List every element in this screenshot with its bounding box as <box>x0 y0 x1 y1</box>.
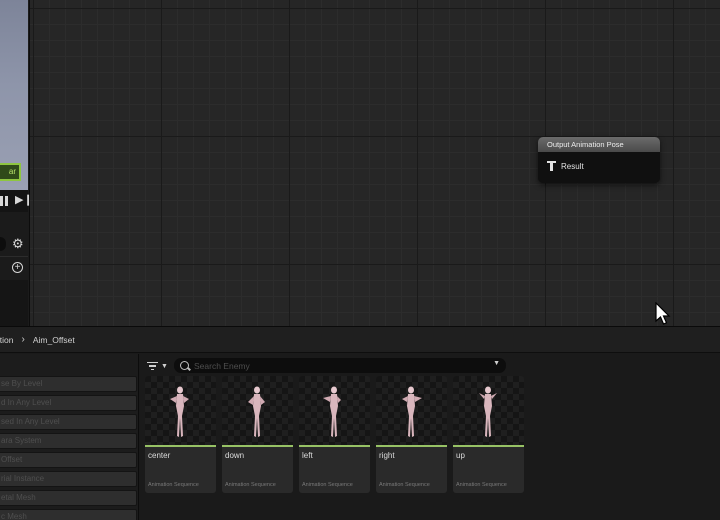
asset-tile-up[interactable]: up Animation Sequence <box>453 376 524 493</box>
asset-type: Animation Sequence <box>148 482 199 488</box>
asset-thumbnail <box>222 376 293 445</box>
breadcrumb-item-current[interactable]: Aim_Offset <box>33 335 75 345</box>
toggle-pill[interactable] <box>0 237 6 251</box>
chevron-down-icon[interactable]: ▼ <box>493 360 500 367</box>
search-box[interactable]: ▼ <box>174 358 506 373</box>
asset-name: down <box>225 451 245 460</box>
asset-name: right <box>379 451 395 460</box>
asset-thumbnail <box>453 376 524 445</box>
asset-type: Animation Sequence <box>302 482 353 488</box>
asset-thumbnail <box>299 376 370 445</box>
content-browser: mation › Aim_Offset se By Level d In Any… <box>0 326 720 520</box>
asset-type-bar <box>376 445 447 447</box>
asset-type-bar <box>222 445 293 447</box>
asset-name: left <box>302 451 313 460</box>
filter-dropdown[interactable]: ▼ <box>147 359 168 373</box>
viewport-panel: ar ▶❙ ⚙ + <box>0 0 33 326</box>
breadcrumb: mation › Aim_Offset <box>0 327 720 353</box>
mouse-cursor-icon <box>655 302 671 325</box>
filter-item[interactable]: ara System <box>0 433 137 449</box>
asset-name: center <box>148 451 171 460</box>
character-pose-icon <box>479 386 497 437</box>
divider <box>0 256 28 257</box>
breadcrumb-item[interactable]: mation <box>0 335 14 345</box>
asset-name: up <box>456 451 465 460</box>
filter-item[interactable]: d In Any Level <box>0 395 137 411</box>
filter-item[interactable]: sed In Any Level <box>0 414 137 430</box>
filter-item[interactable]: Offset <box>0 452 137 468</box>
node-title: Output Animation Pose <box>538 137 660 152</box>
filter-item[interactable]: se By Level <box>0 376 137 392</box>
result-pin-label: Result <box>561 161 584 171</box>
asset-type: Animation Sequence <box>225 482 276 488</box>
preview-viewport[interactable] <box>0 0 28 190</box>
character-pose-icon <box>323 386 341 437</box>
asset-tile-left[interactable]: left Animation Sequence <box>299 376 370 493</box>
filter-icon <box>147 361 158 371</box>
asset-view: ▼ ▼ center Animation Sequence <box>140 354 720 520</box>
character-pose-icon <box>402 386 422 437</box>
add-circle-icon[interactable]: + <box>12 262 23 273</box>
chevron-down-icon: ▼ <box>161 362 168 370</box>
gear-icon[interactable]: ⚙ <box>12 237 24 250</box>
asset-thumbnail <box>145 376 216 445</box>
asset-grid: center Animation Sequence down Animation… <box>145 376 524 493</box>
chevron-right-icon: › <box>21 334 25 345</box>
filter-item[interactable]: c Mesh <box>0 509 137 520</box>
asset-type: Animation Sequence <box>379 482 430 488</box>
asset-type: Animation Sequence <box>456 482 507 488</box>
filter-item[interactable]: rial Instance <box>0 471 137 487</box>
character-pose-icon <box>248 386 265 437</box>
character-pose-icon <box>170 386 189 437</box>
details-panel <box>0 280 28 326</box>
asset-tile-down[interactable]: down Animation Sequence <box>222 376 293 493</box>
asset-type-bar <box>299 445 370 447</box>
search-input[interactable] <box>194 360 484 371</box>
asset-thumbnail <box>376 376 447 445</box>
pose-pin-icon[interactable] <box>547 160 556 172</box>
asset-tile-right[interactable]: right Animation Sequence <box>376 376 447 493</box>
filter-sidebar: se By Level d In Any Level sed In Any Le… <box>0 354 139 520</box>
filter-item[interactable]: etal Mesh <box>0 490 137 506</box>
pause-icon[interactable] <box>0 196 8 206</box>
asset-type-bar <box>453 445 524 447</box>
viewport-badge[interactable]: ar <box>0 163 21 181</box>
search-icon <box>180 361 189 370</box>
asset-type-bar <box>145 445 216 447</box>
asset-tile-center[interactable]: center Animation Sequence <box>145 376 216 493</box>
result-pin[interactable]: Result <box>547 160 584 172</box>
output-animation-pose-node[interactable]: Output Animation Pose Result <box>538 137 660 183</box>
